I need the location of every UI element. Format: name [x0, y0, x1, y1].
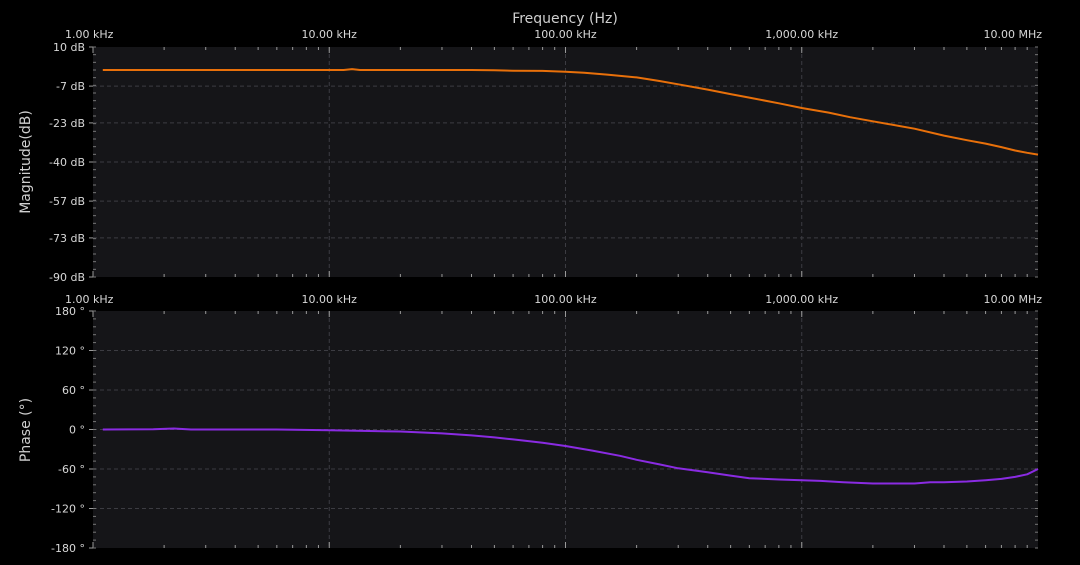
bode-plot-canvas: Frequency (Hz) 1.00 kHz 10.00 kHz 100.00 k…	[18, 11, 1042, 555]
y-tick-label: 60 °	[62, 384, 85, 397]
x-tick-label: 10.00 kHz	[302, 28, 358, 41]
y-tick-label: 120 °	[55, 345, 85, 358]
x-tick-label: 100.00 kHz	[534, 28, 597, 41]
y-tick-label: 10 dB	[53, 41, 85, 54]
y-tick-label: -120 °	[51, 503, 85, 516]
y-tick-label: -73 dB	[49, 232, 85, 245]
y-tick-label: -180 °	[51, 542, 85, 555]
y-tick-label: -90 dB	[49, 271, 85, 284]
x-tick-label: 10.00 MHz	[983, 293, 1042, 306]
magnitude-axis-title: Magnitude(dB)	[18, 110, 34, 214]
y-tick-label: -57 dB	[49, 195, 85, 208]
phase-panel: 1.00 kHz 10.00 kHz 100.00 kHz 1,000.00 kHz 1…	[18, 293, 1042, 555]
x-tick-label: 10.00 MHz	[983, 28, 1042, 41]
x-tick-label: 10.00 kHz	[302, 293, 358, 306]
y-tick-label: 180 °	[55, 305, 85, 318]
y-tick-label: -60 °	[58, 463, 85, 476]
y-tick-label: -23 dB	[49, 117, 85, 130]
x-tick-label: 1,000.00 kHz	[765, 293, 838, 306]
bode-plot: Frequency (Hz) 1.00 kHz 10.00 kHz 100.00 k…	[0, 0, 1080, 565]
phase-axis-title: Phase (°)	[18, 398, 34, 462]
y-tick-label: -7 dB	[56, 80, 85, 93]
x-tick-label: 1,000.00 kHz	[765, 28, 838, 41]
x-tick-label: 1.00 kHz	[65, 28, 114, 41]
y-tick-label: 0 °	[69, 424, 85, 437]
frequency-axis-title: Frequency (Hz)	[512, 11, 618, 27]
magnitude-panel: 1.00 kHz 10.00 kHz 100.00 kHz 1,000.00 kHz 1…	[18, 28, 1042, 284]
y-tick-label: -40 dB	[49, 156, 85, 169]
x-tick-label: 100.00 kHz	[534, 293, 597, 306]
